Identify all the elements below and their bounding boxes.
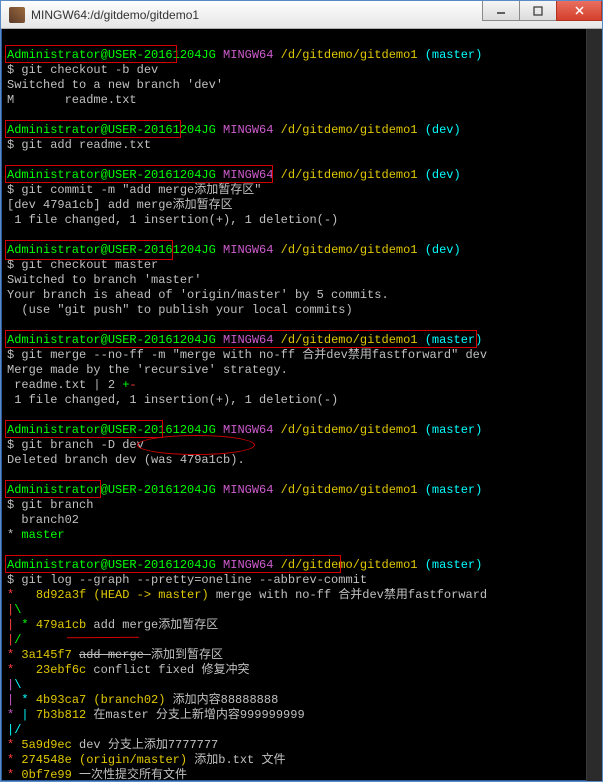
out-line: branch02: [7, 513, 79, 527]
cmd-line: $ git branch: [7, 498, 93, 512]
log-line: |\: [7, 678, 21, 692]
log-line: * 5a9d9ec dev 分支上添加7777777: [7, 738, 218, 752]
log-line: |/: [7, 723, 21, 737]
cmd-line: $ git checkout -b dev: [7, 63, 158, 77]
cmd-line: $ git log --graph --pretty=oneline --abb…: [7, 573, 367, 587]
out-line: 1 file changed, 1 insertion(+), 1 deleti…: [7, 393, 338, 407]
out-line: Deleted branch dev (was 479a1cb).: [7, 453, 245, 467]
out-line: [dev 479a1cb] add merge添加暂存区: [7, 198, 233, 212]
out-line: Your branch is ahead of 'origin/master' …: [7, 288, 389, 302]
cmd-line: $ git branch -D dev: [7, 438, 144, 452]
prompt-line: Administrator@USER-20161204JG MINGW64 /d…: [7, 483, 482, 497]
log-line: | * 479a1cb add merge添加暂存区: [7, 618, 218, 632]
prompt-line: Administrator@USER-20161204JG MINGW64 /d…: [7, 243, 461, 257]
out-line: Merge made by the 'recursive' strategy.: [7, 363, 288, 377]
log-line: |\: [7, 603, 21, 617]
prompt-line: Administrator@USER-20161204JG MINGW64 /d…: [7, 423, 482, 437]
out-line: Switched to branch 'master': [7, 273, 201, 287]
window-buttons: [483, 1, 602, 21]
terminal-output[interactable]: Administrator@USER-20161204JG MINGW64 /d…: [1, 29, 602, 782]
prompt-line: Administrator@USER-20161204JG MINGW64 /d…: [7, 558, 482, 572]
log-line: * | 7b3b812 在master 分支上新增内容999999999: [7, 708, 305, 722]
terminal-window: MINGW64:/d/gitdemo/gitdemo1 Administrato…: [0, 0, 603, 782]
titlebar[interactable]: MINGW64:/d/gitdemo/gitdemo1: [1, 1, 602, 29]
out-line: M readme.txt: [7, 93, 137, 107]
out-line: (use "git push" to publish your local co…: [7, 303, 353, 317]
prompt-line: Administrator@USER-20161204JG MINGW64 /d…: [7, 333, 482, 347]
scrollbar[interactable]: [586, 29, 602, 781]
log-line: * 23ebf6c conflict fixed 修复冲突: [7, 663, 249, 677]
out-line: 1 file changed, 1 insertion(+), 1 deleti…: [7, 213, 338, 227]
log-line: * 274548e (origin/master) 添加b.txt 文件: [7, 753, 285, 767]
maximize-button[interactable]: [519, 1, 557, 21]
log-line: * 0bf7e99 一次性提交所有文件: [7, 768, 187, 782]
app-icon: [9, 7, 25, 23]
cmd-line: $ git checkout master: [7, 258, 158, 272]
cmd-line: $ git add readme.txt: [7, 138, 151, 152]
prompt-line: Administrator@USER-20161204JG MINGW64 /d…: [7, 123, 461, 137]
log-line: * 3a145f7 add merge 添加到暂存区: [7, 648, 223, 662]
minimize-button[interactable]: [482, 1, 520, 21]
prompt-line: Administrator@USER-20161204JG MINGW64 /d…: [7, 168, 461, 182]
log-line: * 8d92a3f (HEAD -> master) merge with no…: [7, 588, 487, 602]
out-line: readme.txt | 2 +-: [7, 378, 137, 392]
cmd-line: $ git commit -m "add merge添加暂存区": [7, 183, 261, 197]
log-line: | * 4b93ca7 (branch02) 添加内容88888888: [7, 693, 278, 707]
close-button[interactable]: [556, 1, 602, 21]
log-line: |/: [7, 633, 21, 647]
out-line: Switched to a new branch 'dev': [7, 78, 223, 92]
window-title: MINGW64:/d/gitdemo/gitdemo1: [31, 8, 199, 22]
prompt-line: Administrator@USER-20161204JG MINGW64 /d…: [7, 48, 482, 62]
out-line: * master: [7, 528, 65, 542]
cmd-line: $ git merge --no-ff -m "merge with no-ff…: [7, 348, 487, 362]
